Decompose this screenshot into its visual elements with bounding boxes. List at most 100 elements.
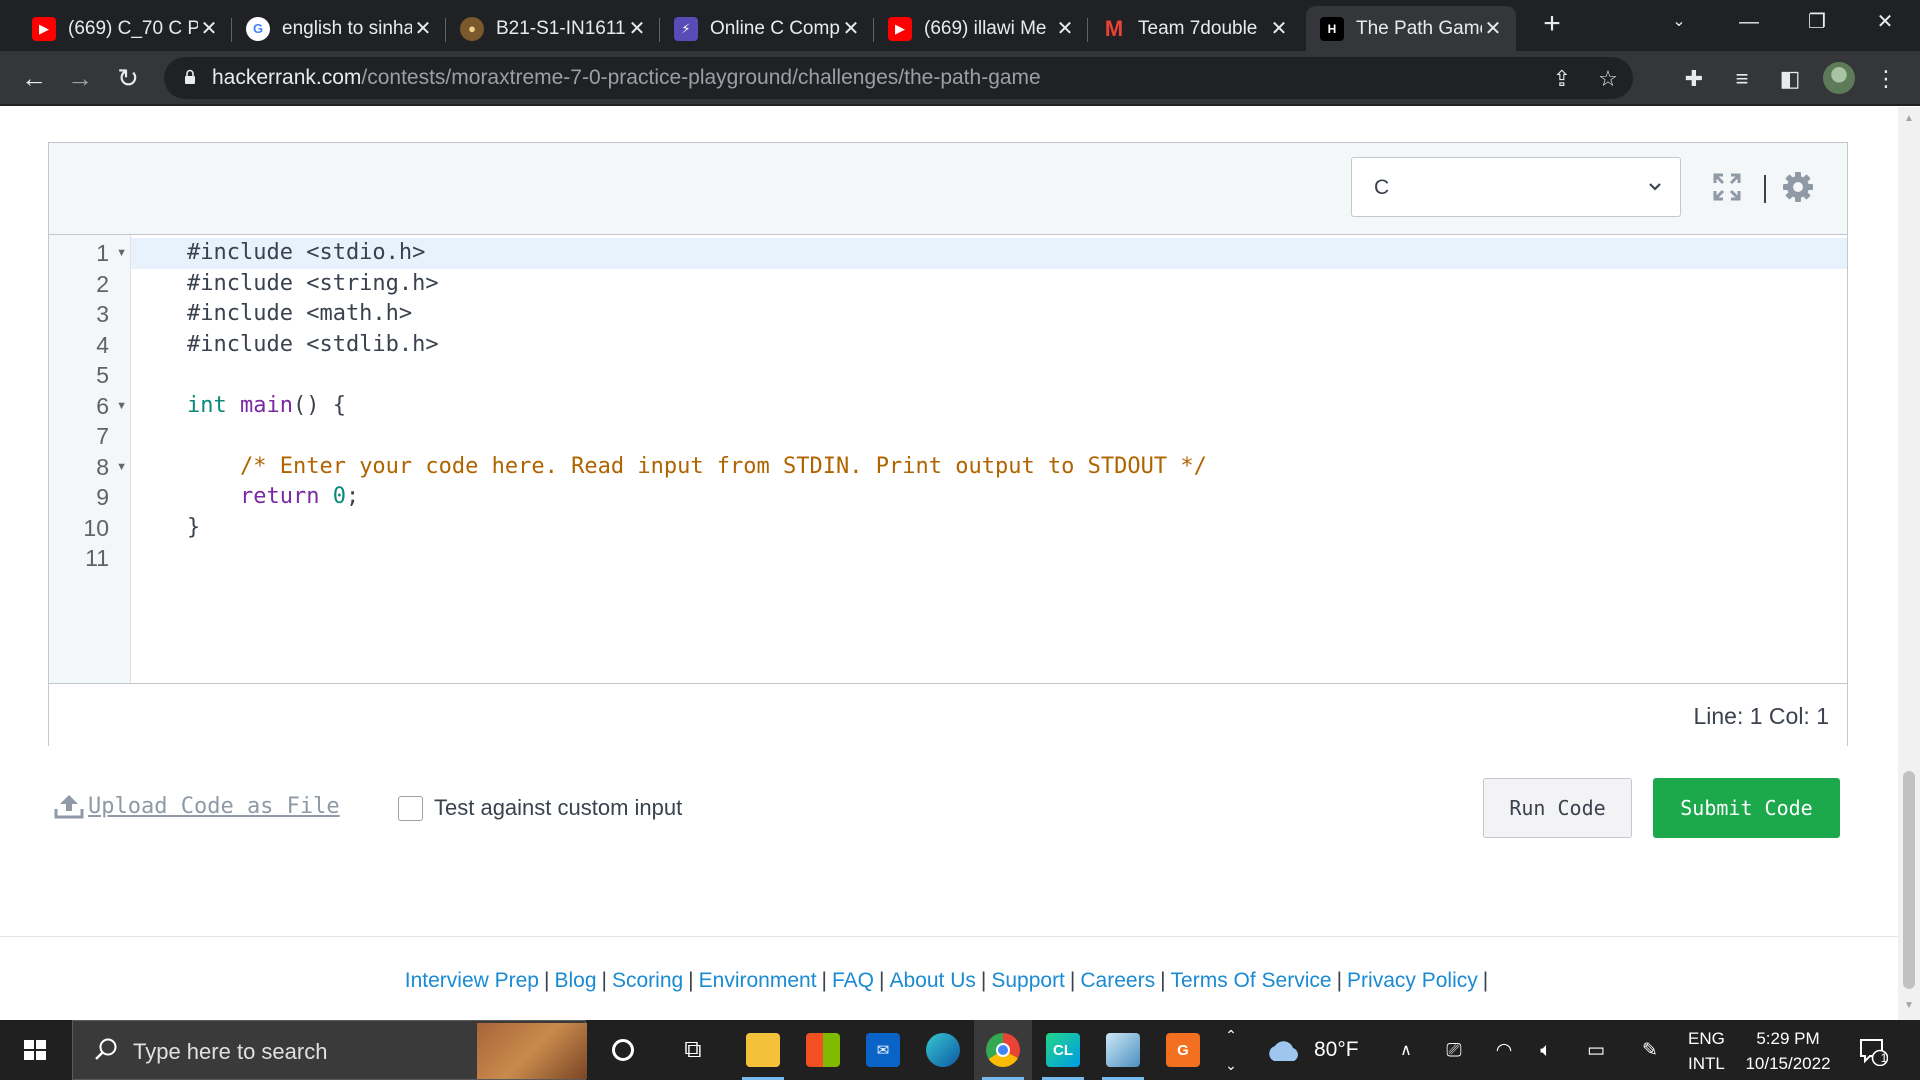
cortana-icon[interactable] (594, 1020, 652, 1080)
footer-link-support[interactable]: Support (991, 969, 1065, 992)
line-number-text: 9 (96, 484, 109, 510)
code-line[interactable]: } (131, 513, 1847, 544)
mail-icon[interactable]: ✉ (854, 1020, 912, 1080)
page-scrollbar[interactable]: ▲ ▼ (1898, 107, 1920, 1020)
scroll-down-arrow-icon[interactable]: ▼ (1898, 1000, 1920, 1014)
scrollbar-thumb[interactable] (1903, 771, 1915, 989)
close-tab-icon[interactable]: ✕ (1054, 16, 1076, 41)
edge-browser-icon[interactable] (914, 1020, 972, 1080)
browser-tab-1[interactable]: G english to sinha ✕ (232, 6, 446, 51)
taskbar-search-box[interactable]: Type here to search (72, 1020, 587, 1080)
footer-link-privacy[interactable]: Privacy Policy (1347, 969, 1478, 992)
volume-icon[interactable]: 🔈︎ (1533, 1038, 1559, 1064)
footer-link-terms[interactable]: Terms Of Service (1171, 969, 1332, 992)
code-line[interactable]: #include <string.h> (131, 269, 1847, 300)
fullscreen-icon[interactable] (1711, 171, 1743, 203)
footer-link-scoring[interactable]: Scoring (612, 969, 683, 992)
code-line[interactable]: #include <math.h> (131, 299, 1847, 330)
code-area[interactable]: #include <stdio.h> #include <string.h> #in… (131, 235, 1847, 683)
browser-tab-2[interactable]: ● B21-S1-IN1611 ✕ (446, 6, 660, 51)
footer-link-environment[interactable]: Environment (699, 969, 817, 992)
url-text[interactable]: hackerrank.com/contests/moraxtreme-7-0-p… (212, 66, 1041, 90)
close-tab-icon[interactable]: ✕ (1268, 16, 1290, 41)
footer-link-interview-prep[interactable]: Interview Prep (405, 969, 539, 992)
close-tab-icon[interactable]: ✕ (198, 16, 220, 41)
microsoft-store-icon[interactable] (794, 1020, 852, 1080)
code-line[interactable] (131, 543, 1847, 574)
close-tab-icon[interactable]: ✕ (626, 16, 648, 41)
minimize-button[interactable]: — (1714, 0, 1784, 44)
back-button[interactable]: ← (14, 58, 54, 98)
bookmark-star-icon[interactable]: ☆ (1594, 65, 1622, 93)
custom-input-checkbox[interactable] (398, 796, 423, 821)
footer-link-faq[interactable]: FAQ (832, 969, 874, 992)
close-tab-icon[interactable]: ✕ (1482, 16, 1504, 41)
browser-tab-6[interactable]: H The Path Game ✕ (1306, 6, 1516, 51)
code-line[interactable]: int main() { (131, 391, 1847, 422)
gear-icon[interactable] (1782, 171, 1814, 203)
windows-start-icon[interactable] (0, 1020, 70, 1080)
run-code-button[interactable]: Run Code (1483, 778, 1632, 838)
code-line[interactable]: return 0; (131, 482, 1847, 513)
browser-tab-0[interactable]: ▶ (669) C_70 C Pr ✕ (18, 6, 232, 51)
fold-arrow-icon[interactable]: ▼ (116, 391, 127, 422)
notification-count: 1 (1880, 1051, 1888, 1065)
weather-widget[interactable]: 80°F (1264, 1020, 1359, 1080)
taskbar-scroll-down-icon[interactable]: ⌄ (1218, 1052, 1244, 1078)
media-queue-icon[interactable]: ≡ (1726, 63, 1758, 95)
lock-icon[interactable] (184, 69, 196, 85)
code-line[interactable]: /* Enter your code here. Read input from… (131, 452, 1847, 483)
line-number-text: 4 (96, 331, 109, 358)
footer-divider (0, 936, 1898, 937)
restore-button[interactable]: ❐ (1782, 0, 1852, 44)
fold-arrow-icon[interactable]: ▼ (116, 452, 127, 483)
file-explorer-icon[interactable] (734, 1020, 792, 1080)
meet-now-icon[interactable]: ⎚ (1441, 1038, 1467, 1064)
taskbar-scroll-up-icon[interactable]: ⌃ (1218, 1022, 1244, 1048)
reload-button[interactable]: ↻ (108, 58, 148, 98)
chrome-icon[interactable] (974, 1020, 1032, 1080)
notebook-app-icon[interactable] (1094, 1020, 1152, 1080)
browser-tab-4[interactable]: ▶ (669) illawi Me ✕ (874, 6, 1088, 51)
task-view-icon[interactable]: ⧉ (664, 1020, 722, 1080)
code-line[interactable]: #include <stdio.h> (131, 238, 1847, 269)
share-icon[interactable]: ⇪ (1548, 65, 1576, 93)
footer-link-about-us[interactable]: About Us (889, 969, 975, 992)
language-select[interactable]: C (1351, 157, 1681, 217)
pen-icon[interactable]: ✎ (1637, 1038, 1663, 1064)
custom-input-label[interactable]: Test against custom input (434, 795, 682, 821)
browser-tab-3[interactable]: ⚡ Online C Comp ✕ (660, 6, 874, 51)
system-clock[interactable]: 5:29 PM 10/15/2022 (1738, 1026, 1838, 1076)
close-tab-icon[interactable]: ✕ (840, 16, 862, 41)
submit-code-button[interactable]: Submit Code (1653, 778, 1840, 838)
forward-button[interactable]: → (60, 58, 100, 98)
close-tab-icon[interactable]: ✕ (412, 16, 434, 41)
new-tab-button[interactable]: + (1535, 8, 1569, 42)
line-number: 8 ▼ (49, 452, 131, 483)
profile-avatar[interactable] (1823, 62, 1855, 94)
upload-code-link[interactable]: Upload Code as File (54, 793, 340, 819)
search-placeholder: Type here to search (133, 1039, 328, 1064)
pdf-app-icon[interactable]: G (1154, 1020, 1212, 1080)
input-language-indicator[interactable]: ENG INTL (1688, 1026, 1725, 1076)
footer-links: Interview Prep | Blog | Scoring | Environment |… (0, 969, 1898, 993)
side-panel-icon[interactable]: ◧ (1774, 63, 1806, 95)
battery-icon[interactable]: ▭ (1583, 1038, 1609, 1064)
close-window-button[interactable]: ✕ (1850, 0, 1920, 44)
code-line[interactable] (131, 421, 1847, 452)
hidden-icons-chevron-icon[interactable]: ∧ (1393, 1038, 1419, 1064)
browser-tab-5[interactable]: M Team 7double ✕ (1088, 6, 1302, 51)
clion-icon[interactable]: CL (1034, 1020, 1092, 1080)
footer-link-careers[interactable]: Careers (1080, 969, 1155, 992)
browser-menu-icon[interactable]: ⋮ (1870, 63, 1902, 95)
footer-link-blog[interactable]: Blog (554, 969, 596, 992)
extensions-puzzle-icon[interactable]: ✚ (1678, 63, 1710, 95)
fold-arrow-icon[interactable]: ▼ (116, 238, 127, 269)
address-bar[interactable]: hackerrank.com/contests/moraxtreme-7-0-p… (164, 57, 1633, 99)
tab-search-icon[interactable]: ⌄ (1644, 0, 1714, 44)
code-line[interactable]: #include <stdlib.h> (131, 330, 1847, 361)
wifi-icon[interactable]: ◠ (1491, 1038, 1517, 1064)
footer-separator: | (544, 969, 550, 992)
scroll-up-arrow-icon[interactable]: ▲ (1898, 113, 1920, 127)
code-line[interactable] (131, 360, 1847, 391)
